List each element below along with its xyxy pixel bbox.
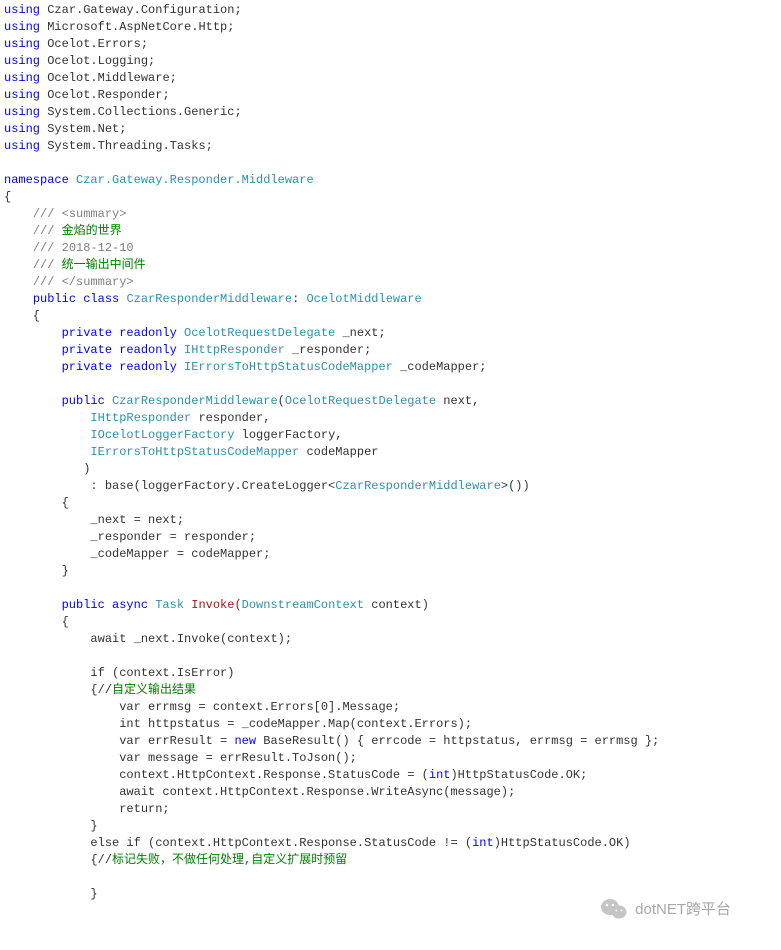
watermark-text: dotNET跨平台 xyxy=(635,901,731,918)
watermark: dotNET跨平台 xyxy=(601,898,731,920)
code-block: using Czar.Gateway.Configuration; using … xyxy=(4,2,777,903)
wechat-icon xyxy=(601,898,627,920)
